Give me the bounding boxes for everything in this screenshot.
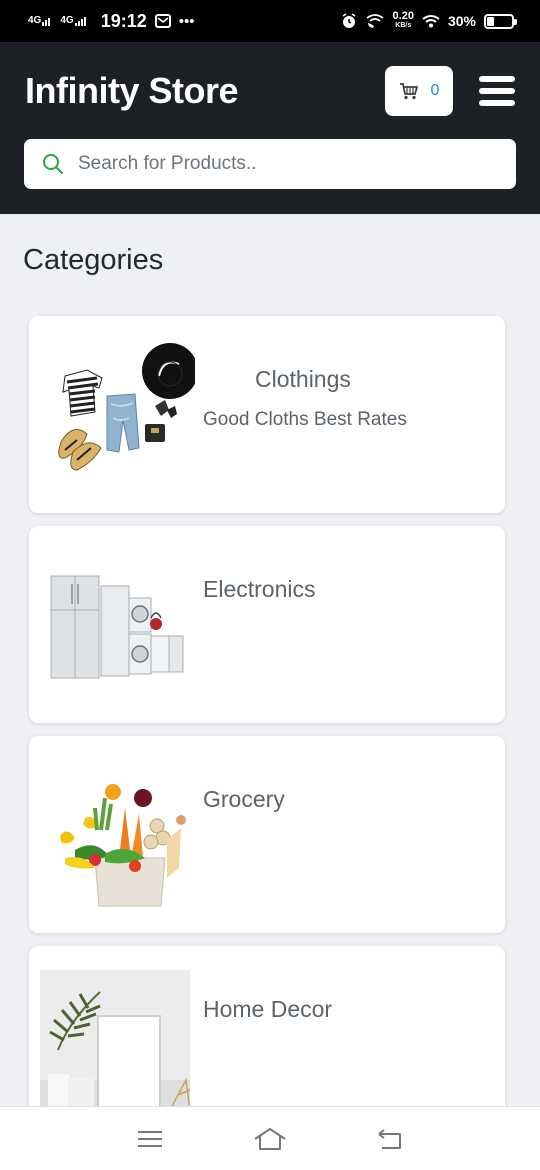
store-title[interactable]: Infinity Store — [25, 70, 239, 112]
signal-bars-icon — [74, 17, 86, 26]
battery-percent: 30% — [447, 13, 476, 29]
category-name: Clothings — [255, 366, 351, 392]
status-bar: 4G 4G 19:12 ••• 0.20 KB/s 30% — [0, 0, 540, 42]
signal-1: 4G — [28, 16, 52, 26]
system-nav-bar — [0, 1106, 540, 1170]
wifi-icon — [422, 15, 440, 28]
cart-count: 0 — [430, 82, 440, 99]
category-description: Good Cloths Best Rates — [203, 409, 407, 430]
search-input[interactable] — [78, 153, 498, 175]
message-icon — [154, 14, 171, 28]
menu-button[interactable] — [479, 76, 515, 106]
category-name: Home Decor — [203, 996, 333, 1022]
battery-icon — [484, 13, 517, 29]
search-bar[interactable] — [24, 139, 516, 189]
menu-lines-icon — [138, 1130, 162, 1147]
electronics-image — [45, 548, 195, 698]
network-type-1: 4G — [28, 15, 42, 26]
cart-icon — [399, 83, 418, 100]
app-header: Infinity Store 0 — [0, 42, 540, 214]
cart-button[interactable]: 0 — [385, 66, 453, 116]
home-decor-image — [40, 970, 190, 1110]
back-button[interactable] — [370, 1119, 410, 1159]
grocery-image — [45, 758, 195, 908]
status-bar-left: 4G 4G 19:12 ••• — [28, 11, 195, 32]
category-name: Grocery — [203, 786, 285, 812]
category-card-grocery[interactable]: Grocery — [29, 736, 505, 933]
status-bar-right: 0.20 KB/s 30% — [341, 11, 517, 31]
back-icon — [378, 1128, 401, 1149]
clothings-image — [45, 338, 195, 488]
category-name: Electronics — [203, 576, 316, 602]
category-card-electronics[interactable]: Electronics — [29, 526, 505, 723]
menu-bar — [479, 88, 515, 94]
wifi-calling-icon — [366, 14, 384, 28]
battery-fill — [487, 16, 495, 26]
signal-2: 4G — [60, 16, 88, 26]
network-speed: 0.20 KB/s — [393, 11, 414, 31]
alarm-icon — [342, 13, 355, 28]
network-type-2: 4G — [60, 15, 74, 26]
home-button[interactable] — [250, 1119, 290, 1159]
signal-bars-icon — [42, 18, 51, 26]
search-icon — [43, 154, 63, 174]
network-speed-unit: KB/s — [395, 22, 412, 29]
more-notifications-icon: ••• — [178, 12, 195, 30]
section-title: Categories — [23, 244, 164, 276]
category-card-clothings[interactable]: Clothings Good Cloths Best Rates — [29, 316, 505, 513]
clock: 19:12 — [100, 10, 147, 31]
menu-bar — [479, 100, 515, 106]
home-icon — [254, 1127, 286, 1150]
recent-apps-button[interactable] — [130, 1119, 170, 1159]
menu-bar — [479, 76, 515, 82]
